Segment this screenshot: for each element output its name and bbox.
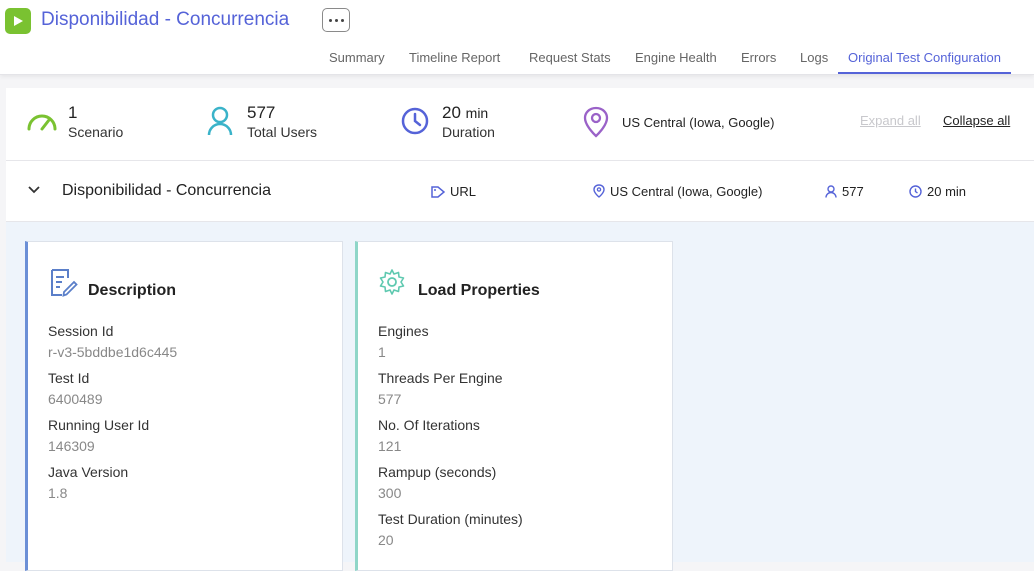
tab-original-test-configuration[interactable]: Original Test Configuration	[838, 50, 1011, 74]
location-label: US Central (Iowa, Google)	[622, 115, 775, 130]
load-properties-title: Load Properties	[418, 282, 540, 299]
scenario-users: 577	[825, 184, 864, 199]
scenario-duration-label: 20 min	[927, 184, 967, 199]
main-panel: 1 Scenario 577 Total Users 20 min Durati…	[6, 88, 1034, 571]
user-icon	[207, 106, 233, 136]
scenario-row[interactable]: Disponibilidad - Concurrencia URL US Cen…	[6, 161, 1034, 222]
tab-engine-health[interactable]: Engine Health	[635, 50, 717, 72]
scenario-count: 1	[68, 103, 78, 122]
gear-icon	[379, 269, 405, 295]
chevron-down-icon[interactable]	[28, 186, 40, 194]
duration-label: Duration	[442, 124, 495, 140]
threads-per-engine-label: Threads Per Engine	[378, 370, 503, 386]
dot-icon	[329, 19, 332, 22]
total-users-count: 577	[247, 103, 276, 122]
clock-icon	[401, 107, 429, 135]
test-id-value: 6400489	[48, 391, 103, 407]
header: Disponibilidad - Concurrencia Summary Ti…	[0, 0, 1034, 75]
more-options-button[interactable]	[322, 8, 350, 32]
dot-icon	[335, 19, 338, 22]
rampup-value: 300	[378, 485, 402, 501]
tag-icon	[431, 186, 446, 198]
total-users-label: Total Users	[247, 124, 318, 140]
test-duration-value: 20	[378, 532, 394, 548]
scenario-type: URL	[431, 184, 476, 199]
load-properties-card: Load Properties Engines 1 Threads Per En…	[355, 241, 673, 571]
summary-stats: 1 Scenario 577 Total Users 20 min Durati…	[6, 88, 1034, 161]
tab-request-stats[interactable]: Request Stats	[529, 50, 611, 72]
rampup-label: Rampup (seconds)	[378, 464, 497, 480]
java-version-value: 1.8	[48, 485, 68, 501]
expand-all-link[interactable]: Expand all	[860, 113, 921, 128]
scenario-users-label: 577	[842, 184, 864, 199]
duration-number: 20	[442, 103, 461, 122]
edit-document-icon	[51, 269, 78, 297]
iterations-label: No. Of Iterations	[378, 417, 480, 433]
duration-value: 20 min	[442, 103, 488, 123]
clock-icon	[909, 185, 922, 198]
scenario-details: Description Session Id r-v3-5bddbe1d6c44…	[6, 222, 1034, 571]
java-version-label: Java Version	[48, 464, 129, 480]
page-title: Disponibilidad - Concurrencia	[41, 9, 290, 30]
scenario-name: Disponibilidad - Concurrencia	[62, 182, 271, 199]
running-user-id-value: 146309	[48, 438, 95, 454]
test-duration-label: Test Duration (minutes)	[378, 511, 523, 527]
location-pin-icon	[583, 106, 609, 138]
scenario-type-label: URL	[450, 184, 477, 199]
scenario-location: US Central (Iowa, Google)	[593, 184, 762, 199]
tab-summary[interactable]: Summary	[329, 50, 385, 72]
running-user-id-label: Running User Id	[48, 417, 150, 433]
iterations-value: 121	[378, 438, 402, 454]
play-icon[interactable]	[5, 8, 31, 34]
scenario-duration: 20 min	[909, 184, 966, 199]
description-title: Description	[88, 282, 177, 299]
tab-logs[interactable]: Logs	[800, 50, 828, 72]
duration-unit: min	[465, 105, 489, 121]
session-id-value: r-v3-5bddbe1d6c445	[48, 344, 178, 360]
dot-icon	[341, 19, 344, 22]
scenario-label: Scenario	[68, 124, 124, 140]
session-id-label: Session Id	[48, 323, 114, 339]
collapse-all-link[interactable]: Collapse all	[943, 113, 1010, 128]
description-card: Description Session Id r-v3-5bddbe1d6c44…	[25, 241, 343, 571]
engines-value: 1	[378, 344, 386, 360]
user-icon	[825, 185, 837, 198]
test-id-label: Test Id	[48, 370, 90, 386]
gauge-icon	[27, 114, 57, 131]
tab-timeline-report[interactable]: Timeline Report	[409, 50, 500, 72]
engines-label: Engines	[378, 323, 429, 339]
scenario-location-label: US Central (Iowa, Google)	[610, 184, 763, 199]
tab-errors[interactable]: Errors	[741, 50, 776, 72]
threads-per-engine-value: 577	[378, 391, 402, 407]
location-pin-icon	[593, 184, 605, 198]
